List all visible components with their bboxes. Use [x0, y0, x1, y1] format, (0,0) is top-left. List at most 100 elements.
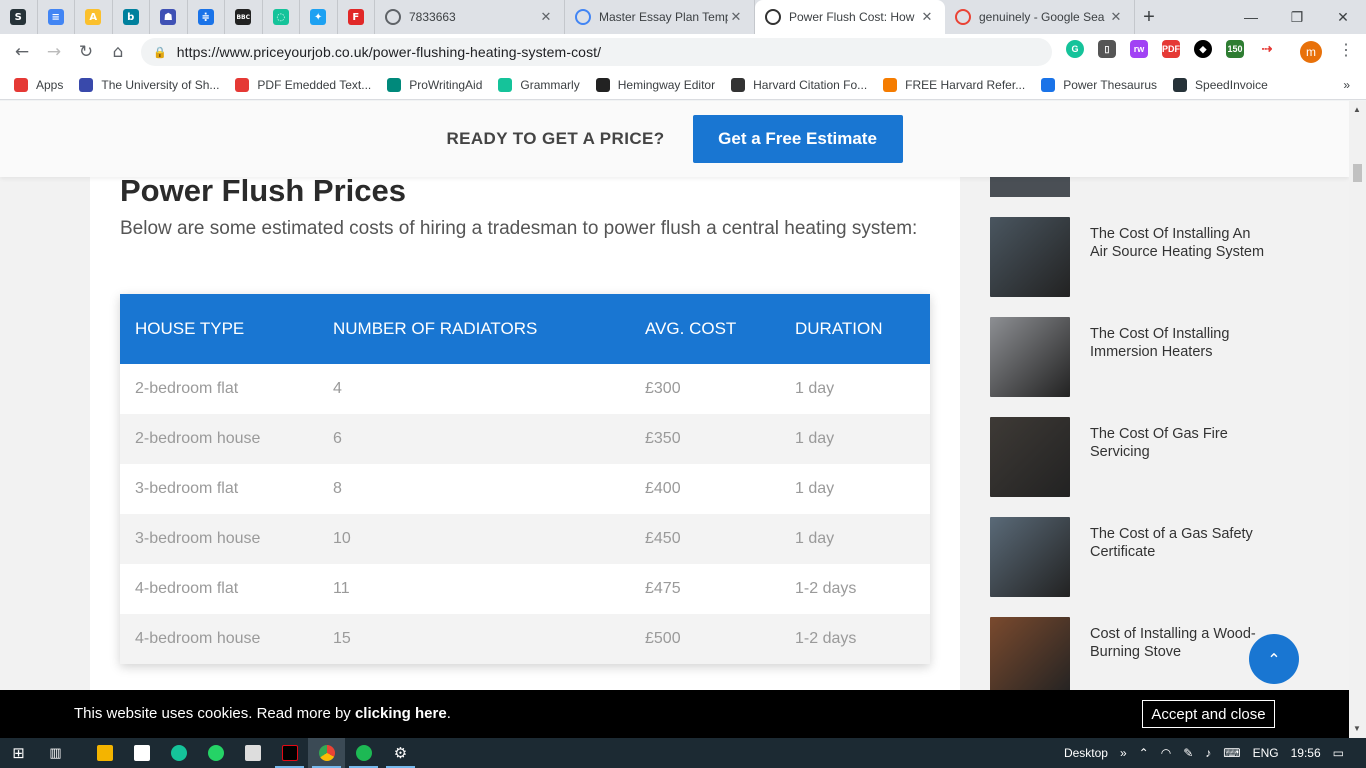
eye-extension-icon[interactable]: ◆ [1194, 40, 1212, 58]
sidebar-article-title[interactable]: The Cost Of Installing An Air Source Hea… [1090, 225, 1265, 261]
address-bar[interactable]: 🔒 https://www.priceyourjob.co.uk/power-f… [141, 38, 1052, 66]
home-button[interactable]: ⌂ [102, 34, 134, 70]
browser-tab[interactable]: Master Essay Plan Temp ✕ [565, 0, 755, 34]
pinned-tab[interactable]: S [0, 0, 38, 34]
bookmark-item[interactable]: ProWritingAid [387, 77, 482, 92]
browser-menu-icon[interactable]: ⋮ [1338, 40, 1354, 60]
accept-cookies-button[interactable]: Accept and close [1142, 700, 1275, 728]
photos-button[interactable] [234, 738, 271, 768]
pen-icon[interactable]: ✎ [1183, 746, 1193, 760]
keep-extension-icon[interactable]: ▯ [1098, 40, 1116, 58]
scroll-up-arrow-icon[interactable]: ▲ [1353, 105, 1361, 114]
counter-extension-icon[interactable]: 150 [1226, 40, 1244, 58]
clock[interactable]: 19:56 [1291, 746, 1321, 760]
table-cell: 1-2 days [780, 614, 930, 664]
scroll-to-top-button[interactable]: ⌃ [1249, 634, 1299, 684]
new-tab-button[interactable]: + [1135, 0, 1163, 34]
reload-button[interactable]: ↻ [70, 34, 102, 70]
immersion-heater-thumb[interactable] [990, 317, 1070, 397]
spotify-button[interactable] [345, 738, 382, 768]
pinned-tab[interactable]: ✦ [300, 0, 338, 34]
browser-tab[interactable]: 7833663 ✕ [375, 0, 565, 34]
pinned-tab[interactable]: b [113, 0, 150, 34]
start-button[interactable]: ⊞ [0, 738, 37, 768]
pinned-tab[interactable]: BBC [225, 0, 263, 34]
browser-tab[interactable]: genuinely - Google Sea ✕ [945, 0, 1135, 34]
whatsapp-button[interactable] [197, 738, 234, 768]
bookmark-item[interactable]: Grammarly [498, 77, 580, 92]
grammarly-extension-icon[interactable]: G [1066, 40, 1084, 58]
bookmark-item[interactable]: The University of Sh... [79, 77, 219, 92]
bookmark-item[interactable]: Hemingway Editor [595, 77, 715, 92]
sidebar-article-title[interactable]: The Cost Of Gas Fire Servicing [1090, 425, 1265, 461]
back-button[interactable]: ← [6, 34, 38, 70]
close-window-button[interactable]: ✕ [1320, 0, 1366, 34]
scrollbar-thumb[interactable] [1353, 164, 1362, 182]
pinned-tab[interactable]: F [338, 0, 375, 34]
gas-safety-thumb[interactable] [990, 517, 1070, 597]
close-tab-icon[interactable]: ✕ [919, 9, 935, 25]
heat-pump-thumb[interactable] [990, 217, 1070, 297]
tray-overflow-icon[interactable]: » [1120, 746, 1127, 760]
whatsapp-icon [207, 745, 224, 761]
scroll-down-arrow-icon[interactable]: ▼ [1353, 724, 1361, 733]
redirect-extension-icon[interactable]: ⇢ [1258, 40, 1276, 58]
folder-icon [96, 745, 113, 761]
bookmark-item[interactable]: Harvard Citation Fo... [731, 77, 867, 92]
language-indicator[interactable]: ENG [1253, 746, 1279, 760]
sidebar-article-title[interactable]: Cost of Installing a Wood-Burning Stove [1090, 625, 1265, 661]
store-button[interactable] [123, 738, 160, 768]
bookmark-item[interactable]: PDF Emedded Text... [235, 77, 371, 92]
prowritingaid-extension-icon[interactable]: rw [1130, 40, 1148, 58]
wood-stove-thumb[interactable] [990, 617, 1070, 690]
volume-icon[interactable]: ♪ [1205, 746, 1211, 760]
restore-button[interactable]: ❐ [1274, 0, 1320, 34]
sidebar-article-link[interactable]: The Cost of a Gas Safety Certificate [990, 517, 1330, 597]
pinned-tab[interactable]: ≡ [38, 0, 75, 34]
gas-fire-thumb[interactable] [990, 417, 1070, 497]
bookmark-item[interactable]: FREE Harvard Refer... [883, 77, 1025, 92]
notifications-icon[interactable]: ▭ [1333, 746, 1344, 760]
photos-icon [244, 745, 261, 761]
wifi-icon[interactable]: ◠ [1161, 746, 1171, 760]
active-tab[interactable]: Power Flush Cost: How ✕ [755, 0, 945, 34]
sidebar-article-title[interactable]: The Cost Of Installing Immersion Heaters [1090, 325, 1265, 361]
column-header: HOUSE TYPE [120, 294, 318, 364]
file-explorer-button[interactable] [86, 738, 123, 768]
table-body: 2-bedroom flat 4 £300 1 day 2-bedroom house 6… [120, 364, 930, 664]
pinned-tab[interactable]: ◌ [263, 0, 300, 34]
free-estimate-button[interactable]: Get a Free Estimate [692, 115, 903, 163]
pinned-tab[interactable]: ☗ [150, 0, 188, 34]
table-row: 3-bedroom house 10 £450 1 day [120, 514, 930, 564]
close-tab-icon[interactable]: ✕ [538, 9, 554, 25]
minimize-button[interactable]: — [1228, 0, 1274, 34]
sidebar-article-link[interactable]: The Cost Of Installing Immersion Heaters [990, 317, 1330, 397]
grammarly-app-button[interactable] [160, 738, 197, 768]
pinned-tab[interactable]: ≑ [188, 0, 225, 34]
pdf-extension-icon[interactable]: PDF [1162, 40, 1180, 58]
sidebar-article-link[interactable]: The Cost Of Gas Fire Servicing [990, 417, 1330, 497]
bookmark-item[interactable]: Power Thesaurus [1041, 77, 1157, 92]
pinned-tab[interactable]: A [75, 0, 113, 34]
sidebar-article-link[interactable]: The Cost Of Installing An Air Source Hea… [990, 217, 1330, 297]
close-tab-icon[interactable]: ✕ [1108, 9, 1124, 25]
chrome-taskbar-button[interactable] [308, 738, 345, 768]
keyboard-icon[interactable]: ⌨ [1223, 746, 1240, 760]
bookmarks-overflow-button[interactable]: » [1343, 78, 1350, 92]
cookie-banner: This website uses cookies. Read more by … [0, 690, 1349, 738]
forward-button[interactable]: → [38, 34, 70, 70]
bookmark-item[interactable]: SpeedInvoice [1173, 77, 1268, 92]
netflix-button[interactable] [271, 738, 308, 768]
task-view-button[interactable]: ▥ [37, 738, 74, 768]
table-cell: 4-bedroom house [120, 614, 318, 664]
show-hidden-icons-icon[interactable]: ⌃ [1139, 746, 1149, 760]
sticky-cta-bar: READY TO GET A PRICE? Get a Free Estimat… [0, 101, 1349, 177]
page-scrollbar[interactable]: ▲ ▼ [1349, 101, 1366, 738]
cookie-policy-link[interactable]: clicking here [355, 705, 447, 722]
sidebar-article-title[interactable]: The Cost of a Gas Safety Certificate [1090, 525, 1265, 561]
settings-button[interactable]: ⚙ [382, 738, 419, 768]
profile-avatar[interactable]: m [1300, 41, 1322, 63]
desktop-toolbar-label[interactable]: Desktop [1064, 746, 1108, 760]
bookmark-item[interactable]: Apps [14, 77, 63, 92]
close-tab-icon[interactable]: ✕ [728, 9, 744, 25]
